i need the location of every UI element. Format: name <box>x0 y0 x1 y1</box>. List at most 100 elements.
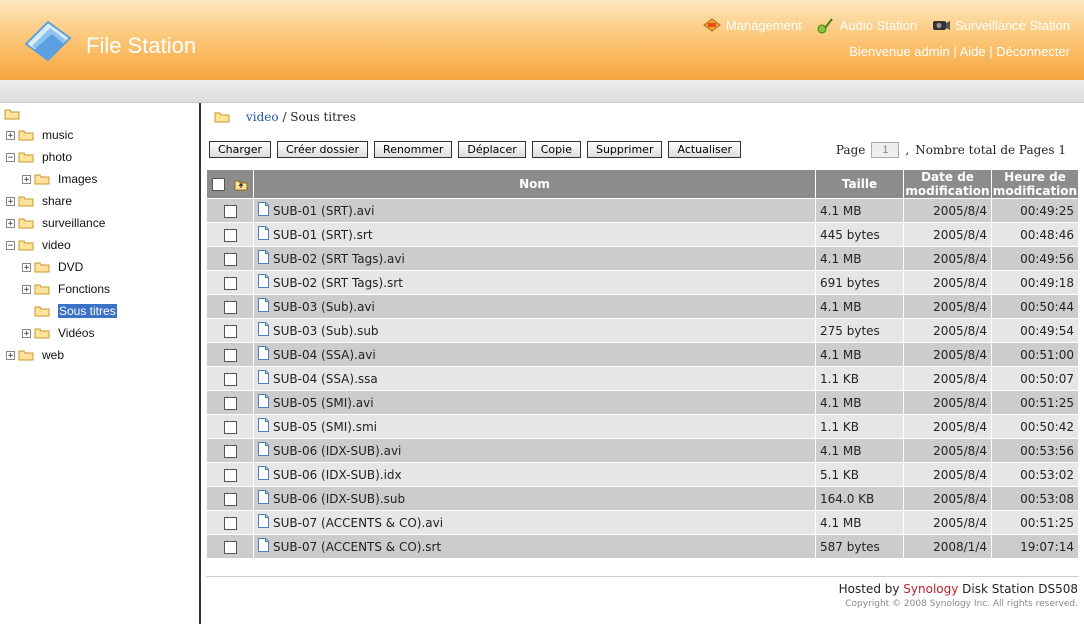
tree-item-surveillance[interactable]: + surveillance <box>6 214 105 232</box>
row-checkbox[interactable] <box>223 396 237 410</box>
file-name-cell[interactable]: SUB-01 (SRT).avi <box>254 199 815 222</box>
tree-item-share[interactable]: + share <box>6 192 72 210</box>
surveillance-station-link[interactable]: Surveillance Station <box>931 16 1070 34</box>
row-checkbox[interactable] <box>223 492 237 506</box>
row-checkbox[interactable] <box>223 228 237 242</box>
row-checkbox[interactable] <box>223 420 237 434</box>
page-number-input[interactable] <box>871 142 900 158</box>
tree-item-label: Fonctions <box>58 282 111 296</box>
file-icon <box>258 370 269 384</box>
file-name-cell[interactable]: SUB-05 (SMI).smi <box>254 415 815 438</box>
table-row[interactable]: SUB-06 (IDX-SUB).sub 164.0 KB 2005/8/4 00:5… <box>207 487 1078 510</box>
welcome-link[interactable]: Bienvenue admin <box>849 44 949 59</box>
tree-item-sous-titres[interactable]: Sous titres <box>22 302 117 320</box>
table-row[interactable]: SUB-07 (ACCENTS & CO).srt 587 bytes 2008/1… <box>207 535 1078 558</box>
row-select-cell <box>207 511 253 534</box>
expand-toggle[interactable]: + <box>6 130 15 140</box>
root-folder-icon[interactable] <box>4 108 20 120</box>
upload-button[interactable]: Charger <box>209 141 271 158</box>
file-name-cell[interactable]: SUB-06 (IDX-SUB).sub <box>254 487 815 510</box>
help-link[interactable]: Aide <box>960 44 986 59</box>
refresh-button[interactable]: Actualiser <box>668 141 742 158</box>
file-name-cell[interactable]: SUB-04 (SSA).avi <box>254 343 815 366</box>
folder-icon <box>34 328 50 339</box>
audio-station-link[interactable]: Audio Station <box>816 16 917 34</box>
table-row[interactable]: SUB-04 (SSA).ssa 1.1 KB 2005/8/4 00:50:07 <box>207 367 1078 390</box>
row-checkbox[interactable] <box>223 252 237 266</box>
expand-toggle[interactable]: + <box>6 218 15 228</box>
expand-toggle[interactable]: + <box>22 174 31 184</box>
logout-link[interactable]: Déconnecter <box>996 44 1070 59</box>
file-name-cell[interactable]: SUB-05 (SMI).avi <box>254 391 815 414</box>
tree-item-vidéos[interactable]: + Vidéos <box>22 324 94 342</box>
tree-item-fonctions[interactable]: + Fonctions <box>22 280 110 298</box>
delete-button[interactable]: Supprimer <box>586 141 663 158</box>
row-checkbox[interactable] <box>223 468 237 482</box>
move-button[interactable]: Déplacer <box>458 141 526 158</box>
management-link[interactable]: Management <box>702 16 802 34</box>
expand-toggle[interactable]: + <box>6 350 15 360</box>
user-bar-separator: | <box>953 44 957 59</box>
expand-toggle[interactable]: − <box>6 240 15 250</box>
file-name-cell[interactable]: SUB-04 (SSA).ssa <box>254 367 815 390</box>
row-checkbox[interactable] <box>223 516 237 530</box>
size-column-header[interactable]: Taille <box>816 170 903 198</box>
row-checkbox[interactable] <box>223 444 237 458</box>
table-row[interactable]: SUB-04 (SSA).avi 4.1 MB 2005/8/4 00:51:00 <box>207 343 1078 366</box>
table-row[interactable]: SUB-02 (SRT Tags).srt 691 bytes 2005/8/4 00… <box>207 271 1078 294</box>
select-all-checkbox[interactable] <box>212 178 226 191</box>
folder-icon <box>18 218 34 229</box>
date-column-header[interactable]: Date de modification <box>904 170 991 198</box>
file-size-cell: 5.1 KB <box>816 463 903 486</box>
row-checkbox[interactable] <box>223 372 237 386</box>
table-row[interactable]: SUB-05 (SMI).smi 1.1 KB 2005/8/4 00:50:42 <box>207 415 1078 438</box>
tree-item-video[interactable]: − video <box>6 236 71 254</box>
row-checkbox[interactable] <box>223 204 237 218</box>
expand-toggle[interactable]: + <box>22 328 31 338</box>
table-row[interactable]: SUB-07 (ACCENTS & CO).avi 4.1 MB 2005/8/4 0… <box>207 511 1078 534</box>
row-checkbox[interactable] <box>223 540 237 554</box>
expand-toggle[interactable]: + <box>6 196 15 206</box>
table-row[interactable]: SUB-03 (Sub).sub 275 bytes 2005/8/4 00:49:5… <box>207 319 1078 342</box>
table-row[interactable]: SUB-01 (SRT).avi 4.1 MB 2005/8/4 00:49:25 <box>207 199 1078 222</box>
file-time-cell: 00:50:07 <box>992 367 1078 390</box>
expand-toggle[interactable]: + <box>22 262 31 272</box>
time-column-header[interactable]: Heure de modification <box>992 170 1078 198</box>
expand-toggle[interactable]: + <box>22 284 31 294</box>
file-name-cell[interactable]: SUB-03 (Sub).avi <box>254 295 815 318</box>
rename-button[interactable]: Renommer <box>374 141 453 158</box>
file-name-cell[interactable]: SUB-02 (SRT Tags).srt <box>254 271 815 294</box>
table-row[interactable]: SUB-01 (SRT).srt 445 bytes 2005/8/4 00:48:4… <box>207 223 1078 246</box>
tree-item-music[interactable]: + music <box>6 126 73 144</box>
file-name-cell[interactable]: SUB-06 (IDX-SUB).avi <box>254 439 815 462</box>
table-row[interactable]: SUB-02 (SRT Tags).avi 4.1 MB 2005/8/4 00:49… <box>207 247 1078 270</box>
create-folder-button[interactable]: Créer dossier <box>277 141 369 158</box>
file-date-cell: 2005/8/4 <box>904 391 991 414</box>
file-name-cell[interactable]: SUB-06 (IDX-SUB).idx <box>254 463 815 486</box>
file-name: SUB-05 (SMI).smi <box>273 419 378 434</box>
row-checkbox[interactable] <box>223 276 237 290</box>
tree-item-photo[interactable]: − photo <box>6 148 72 166</box>
row-checkbox[interactable] <box>223 324 237 338</box>
file-name-cell[interactable]: SUB-07 (ACCENTS & CO).avi <box>254 511 815 534</box>
row-checkbox[interactable] <box>223 300 237 314</box>
folder-icon <box>34 306 50 317</box>
row-checkbox[interactable] <box>223 348 237 362</box>
file-name-cell[interactable]: SUB-02 (SRT Tags).avi <box>254 247 815 270</box>
file-name-cell[interactable]: SUB-07 (ACCENTS & CO).srt <box>254 535 815 558</box>
tree-item-web[interactable]: + web <box>6 346 64 364</box>
expand-toggle[interactable]: − <box>6 152 15 162</box>
table-row[interactable]: SUB-03 (Sub).avi 4.1 MB 2005/8/4 00:50:44 <box>207 295 1078 318</box>
file-name-cell[interactable]: SUB-01 (SRT).srt <box>254 223 815 246</box>
tree-item-images[interactable]: + Images <box>22 170 97 188</box>
tree-item-dvd[interactable]: + DVD <box>22 258 83 276</box>
file-name: SUB-06 (IDX-SUB).avi <box>273 443 402 458</box>
table-row[interactable]: SUB-06 (IDX-SUB).avi 4.1 MB 2005/8/4 00:53:… <box>207 439 1078 462</box>
copy-button[interactable]: Copie <box>531 141 581 158</box>
table-row[interactable]: SUB-06 (IDX-SUB).idx 5.1 KB 2005/8/4 00:53:… <box>207 463 1078 486</box>
table-row[interactable]: SUB-05 (SMI).avi 4.1 MB 2005/8/4 00:51:25 <box>207 391 1078 414</box>
parent-folder-icon[interactable] <box>234 179 248 191</box>
file-name-cell[interactable]: SUB-03 (Sub).sub <box>254 319 815 342</box>
name-column-header[interactable]: Nom <box>254 170 815 198</box>
breadcrumb-link-video[interactable]: video <box>246 110 279 124</box>
